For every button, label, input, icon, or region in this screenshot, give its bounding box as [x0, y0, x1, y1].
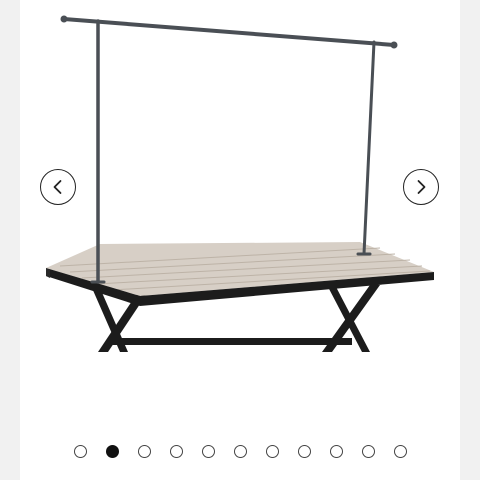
carousel-dot[interactable] — [106, 445, 119, 458]
carousel-dot[interactable] — [234, 445, 247, 458]
carousel-dot[interactable] — [202, 445, 215, 458]
chevron-right-icon — [417, 180, 426, 194]
carousel-dot[interactable] — [330, 445, 343, 458]
tabletop — [46, 242, 434, 306]
carousel-dot[interactable] — [298, 445, 311, 458]
carousel-dot[interactable] — [74, 445, 87, 458]
carousel-next-button[interactable] — [403, 169, 439, 205]
carousel-dot[interactable] — [362, 445, 375, 458]
carousel-dot[interactable] — [266, 445, 279, 458]
chevron-left-icon — [53, 180, 62, 194]
carousel-pagination — [0, 445, 480, 459]
carousel-prev-button[interactable] — [40, 169, 76, 205]
hanging-rail — [60, 15, 398, 284]
carousel-dot[interactable] — [170, 445, 183, 458]
carousel-dot[interactable] — [394, 445, 407, 458]
carousel-dot[interactable] — [138, 445, 151, 458]
